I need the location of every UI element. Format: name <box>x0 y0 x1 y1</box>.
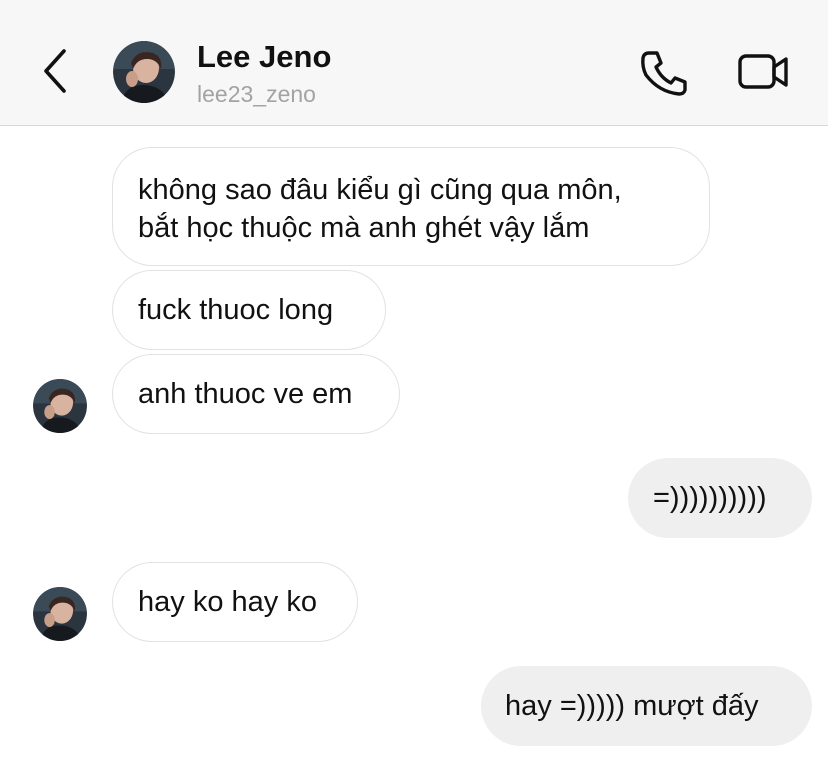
message-text: fuck thuoc long <box>138 294 334 326</box>
video-camera-icon <box>733 47 793 97</box>
message-text: hay ko hay ko <box>138 586 317 618</box>
contact-username: lee23_zeno <box>197 81 316 107</box>
sender-avatar[interactable] <box>33 587 87 641</box>
incoming-message[interactable]: fuck thuoc long <box>112 270 386 350</box>
message-text: anh thuoc ve em <box>138 378 353 410</box>
message-text: không sao đâu kiểu gì cũng qua môn, <box>138 174 622 206</box>
chat-header: Lee Jeno lee23_zeno <box>0 0 828 126</box>
chevron-left-icon <box>36 46 76 96</box>
incoming-message[interactable]: anh thuoc ve em <box>112 354 400 434</box>
incoming-message[interactable]: hay ko hay ko <box>112 562 358 642</box>
video-call-button[interactable] <box>733 47 793 97</box>
contact-name: Lee Jeno <box>197 39 332 74</box>
back-button[interactable] <box>36 46 76 96</box>
sender-avatar[interactable] <box>33 379 87 433</box>
outgoing-message[interactable]: =)))))))))) <box>628 458 812 538</box>
incoming-message[interactable]: không sao đâu kiểu gì cũng qua môn, bắt … <box>112 147 710 266</box>
outgoing-message[interactable]: hay =))))) mượt đấy <box>481 666 812 746</box>
voice-call-button[interactable] <box>637 47 691 97</box>
contact-avatar[interactable] <box>113 41 175 103</box>
phone-icon <box>637 47 691 97</box>
message-text: bắt học thuộc mà anh ghét vậy lắm <box>138 212 590 244</box>
message-text: hay =))))) mượt đấy <box>505 690 759 722</box>
message-text: =)))))))))) <box>653 482 767 514</box>
